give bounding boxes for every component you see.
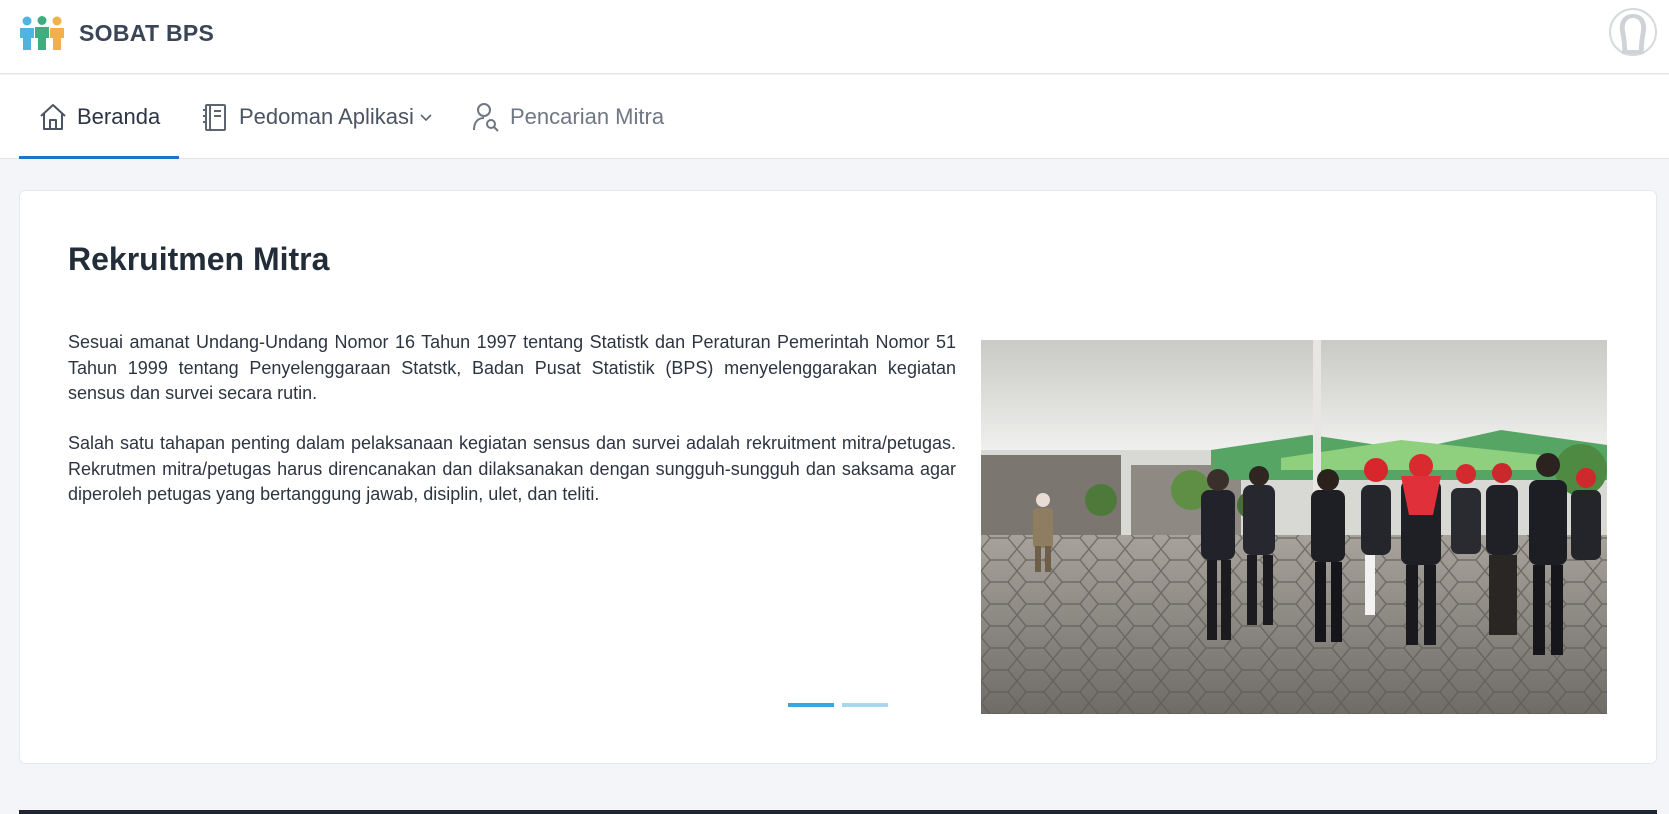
main-nav: Beranda Pedoman Aplikasi Pencarian Mitra	[0, 75, 1669, 159]
carousel-indicator-1[interactable]	[788, 703, 834, 707]
recruitment-photo	[981, 340, 1607, 714]
recruitment-paragraph: Salah satu tahapan penting dalam pelaksa…	[68, 433, 956, 504]
recruitment-card: Rekruitmen Mitra Sesuai amanat Undang-Un…	[19, 190, 1657, 764]
intro-paragraph: Sesuai amanat Undang-Undang Nomor 16 Tah…	[68, 332, 956, 403]
app-name: SOBAT BPS	[79, 19, 215, 46]
home-icon	[40, 104, 66, 130]
nav-beranda[interactable]: Beranda	[19, 75, 179, 159]
user-avatar-icon	[1609, 8, 1657, 56]
user-search-icon	[473, 103, 499, 132]
book-icon	[203, 104, 226, 131]
people-group-icon	[20, 16, 64, 50]
bottom-banner-edge	[19, 810, 1657, 814]
page-title: Rekruitmen Mitra	[68, 241, 330, 277]
chevron-down-icon	[420, 114, 432, 122]
user-avatar[interactable]	[1609, 8, 1657, 56]
active-tab-indicator	[19, 156, 179, 159]
nav-pedoman-label: Pedoman Aplikasi	[239, 104, 414, 129]
carousel-indicators	[788, 703, 896, 707]
brand[interactable]: SOBAT BPS	[19, 16, 214, 50]
carousel-indicator-2[interactable]	[842, 703, 888, 707]
nav-pedoman-aplikasi[interactable]: Pedoman Aplikasi	[199, 75, 434, 159]
nav-pencarian-mitra[interactable]: Pencarian Mitra	[470, 75, 664, 159]
top-header: SOBAT BPS	[0, 0, 1669, 74]
nav-beranda-label: Beranda	[77, 104, 161, 129]
nav-pencarian-label: Pencarian Mitra	[510, 104, 665, 129]
